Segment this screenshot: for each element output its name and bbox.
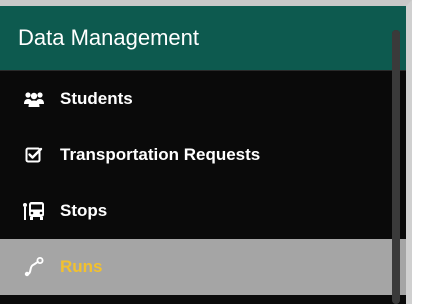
users-icon [22,89,46,109]
sidebar-item-students[interactable]: Students [0,71,406,127]
sidebar-item-label: Students [60,89,133,108]
sidebar-item-label: Runs [60,257,103,276]
route-icon [22,257,46,277]
bus-stop-icon [22,201,46,221]
sidebar-item-label: Transportation Requests [60,145,261,164]
sidebar-item-stops[interactable]: Stops [0,183,406,239]
sidebar-nav: Students Transportation Requests Stops R… [0,71,406,295]
sidebar-item-transportation-requests[interactable]: Transportation Requests [0,127,406,183]
scrollbar-thumb[interactable] [392,30,400,304]
sidebar-item-label: Stops [60,201,108,220]
sidebar-scrollbar[interactable] [392,30,400,304]
checkbox-icon [22,145,46,165]
data-management-panel: Data Management Students Transportation … [0,0,412,304]
section-header: Data Management [0,6,406,71]
sidebar-item-runs[interactable]: Runs [0,239,406,295]
